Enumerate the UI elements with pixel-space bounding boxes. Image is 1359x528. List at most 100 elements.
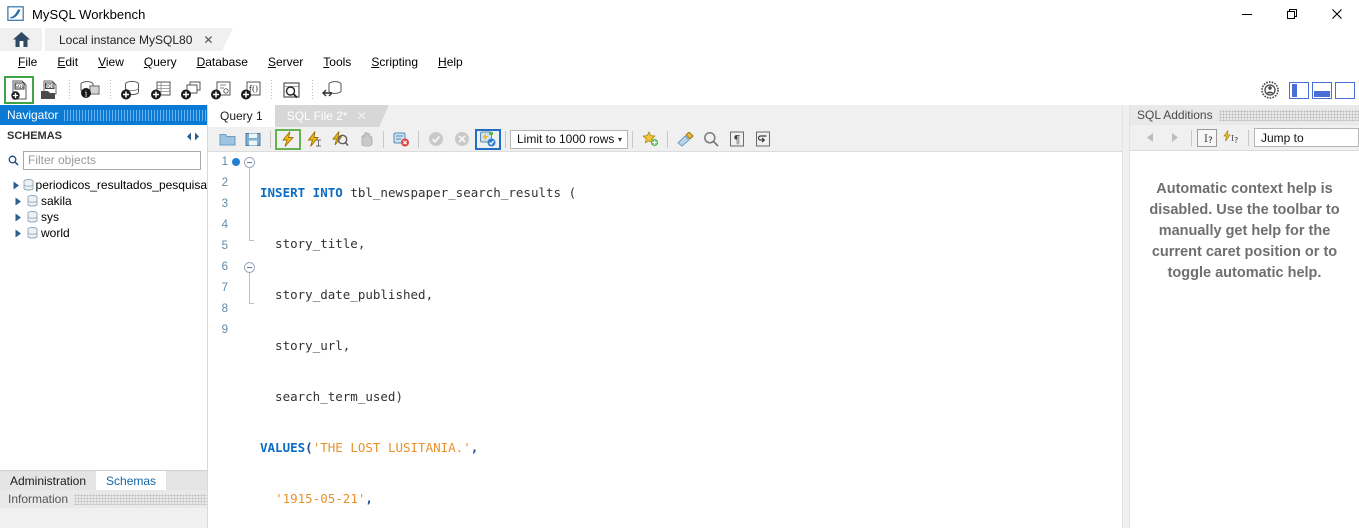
toggle-word-wrap-icon[interactable] — [750, 129, 776, 150]
schema-name: sys — [41, 210, 59, 224]
limit-rows-select[interactable]: Limit to 1000 rows ▾ — [510, 130, 628, 149]
svg-text:SQL: SQL — [15, 84, 25, 90]
menu-view[interactable]: View — [88, 53, 134, 71]
new-table-icon[interactable] — [146, 76, 176, 104]
open-script-icon[interactable] — [214, 129, 240, 150]
expand-arrow-icon[interactable] — [12, 229, 24, 238]
instance-tab-close-icon[interactable]: ✕ — [203, 33, 213, 47]
schema-tree-item[interactable]: world — [0, 225, 207, 241]
sql-editor[interactable]: 1 2 3 4 5 6 7 8 9 INSERT — [208, 152, 1122, 528]
workbench-globe-icon[interactable] — [1260, 80, 1280, 100]
schema-tree-item[interactable]: sakila — [0, 193, 207, 209]
code-line: story_date_published, — [260, 284, 1122, 305]
execute-statement-icon[interactable] — [275, 129, 301, 150]
forward-arrow-icon[interactable] — [1162, 128, 1186, 148]
editor-tab-bar: Query 1 SQL File 2* ✕ — [208, 105, 1122, 127]
svg-text:SQL: SQL — [45, 83, 54, 89]
jump-to-value: Jump to — [1261, 131, 1304, 145]
back-arrow-icon[interactable] — [1138, 128, 1162, 148]
sql-additions-body: Automatic context help is disabled. Use … — [1130, 151, 1359, 528]
expand-arrow-icon[interactable] — [12, 213, 24, 222]
menu-scripting[interactable]: Scripting — [361, 53, 428, 71]
schemas-section-header: SCHEMAS — [0, 125, 207, 147]
title-bar: MySQL Workbench — [0, 0, 1359, 28]
maximize-button[interactable] — [1269, 0, 1314, 28]
new-procedure-icon[interactable] — [206, 76, 236, 104]
sql-additions-toolbar: I ? I ? Jump to — [1130, 125, 1359, 151]
schema-tree-item[interactable]: sys — [0, 209, 207, 225]
information-header: Information — [0, 490, 207, 508]
code-line: search_term_used) — [260, 386, 1122, 407]
editor-tab-query-1[interactable]: Query 1 — [208, 105, 275, 127]
schema-tree-item[interactable]: periodicos_resultados_pesquisa — [0, 177, 207, 193]
new-function-icon[interactable]: f() — [236, 76, 266, 104]
line-number: 1 — [210, 152, 228, 173]
instance-tab-local-mysql80[interactable]: Local instance MySQL80 ✕ — [45, 28, 222, 51]
toggle-auto-commit-icon[interactable] — [475, 129, 501, 150]
jump-to-select[interactable]: Jump to — [1254, 128, 1359, 147]
menu-file[interactable]: File — [8, 53, 47, 71]
tab-schemas[interactable]: Schemas — [96, 471, 166, 490]
menu-tools[interactable]: Tools — [313, 53, 361, 71]
editor-tab-sql-file-2[interactable]: SQL File 2* ✕ — [275, 105, 379, 127]
save-snippet-icon[interactable] — [637, 129, 663, 150]
new-sql-tab-icon[interactable]: SQL — [4, 76, 34, 104]
server-status-icon[interactable]: i — [75, 76, 105, 104]
execute-current-statement-icon[interactable] — [301, 129, 327, 150]
search-data-icon[interactable] — [277, 76, 307, 104]
rollback-transaction-icon — [449, 129, 475, 150]
toggle-automatic-help-icon[interactable]: I ? — [1219, 128, 1243, 148]
sidebar-toggle-icon[interactable] — [1289, 82, 1309, 99]
information-grip — [74, 494, 207, 505]
home-button[interactable] — [0, 28, 42, 51]
schema-tree: periodicos_resultados_pesquisa sakila — [0, 173, 207, 470]
code-line: story_title, — [260, 233, 1122, 254]
minimize-button[interactable] — [1224, 0, 1269, 28]
query-toolbar: Limit to 1000 rows ▾ — [208, 127, 1122, 152]
menu-edit[interactable]: Edit — [47, 53, 88, 71]
line-number: 6 — [210, 257, 228, 278]
sql-additions-title: SQL Additions — [1137, 108, 1213, 122]
instance-tab-label: Local instance MySQL80 — [59, 33, 192, 47]
output-panel-toggle-icon[interactable] — [1312, 82, 1332, 99]
toggle-invisible-chars-icon[interactable]: ¶ — [724, 129, 750, 150]
chevron-down-icon[interactable]: ▾ — [618, 135, 622, 144]
explain-statement-icon[interactable] — [327, 129, 353, 150]
refresh-icon[interactable] — [186, 131, 200, 142]
svg-text:i: i — [85, 89, 88, 98]
toolbar-separator — [312, 80, 313, 100]
toggle-stop-on-error-icon[interactable] — [388, 129, 414, 150]
menu-query[interactable]: Query — [134, 53, 187, 71]
line-number: 5 — [210, 236, 228, 257]
save-script-icon[interactable] — [240, 129, 266, 150]
menu-server[interactable]: Server — [258, 53, 313, 71]
editor-tab-label: Query 1 — [220, 109, 263, 123]
code-line: story_url, — [260, 335, 1122, 356]
panel-splitter[interactable] — [1122, 105, 1130, 528]
fold-toggle-icon[interactable] — [244, 157, 255, 168]
tab-administration[interactable]: Administration — [0, 471, 96, 490]
beautify-sql-icon[interactable] — [672, 129, 698, 150]
new-view-icon[interactable] — [176, 76, 206, 104]
new-schema-icon[interactable] — [116, 76, 146, 104]
context-help-icon[interactable]: I ? — [1197, 129, 1217, 147]
close-button[interactable] — [1314, 0, 1359, 28]
filter-objects-input[interactable]: Filter objects — [23, 151, 201, 170]
editor-tab-close-icon[interactable]: ✕ — [357, 109, 367, 123]
navigator-title: Navigator — [7, 108, 58, 122]
open-sql-script-icon[interactable]: SQL — [34, 76, 64, 104]
fold-toggle-icon[interactable] — [244, 262, 255, 273]
menu-database[interactable]: Database — [187, 53, 258, 71]
editor-gutter: 1 2 3 4 5 6 7 8 9 — [208, 152, 260, 528]
menu-help[interactable]: Help — [428, 53, 473, 71]
code-content[interactable]: INSERT INTO tbl_newspaper_search_results… — [260, 152, 1122, 528]
find-icon[interactable] — [698, 129, 724, 150]
search-icon — [6, 155, 20, 166]
reconnect-server-icon[interactable] — [318, 76, 348, 104]
expand-arrow-icon[interactable] — [12, 181, 22, 190]
secondary-sidebar-toggle-icon[interactable] — [1335, 82, 1355, 99]
expand-arrow-icon[interactable] — [12, 197, 24, 206]
window-title: MySQL Workbench — [32, 7, 146, 22]
window-controls — [1224, 0, 1359, 28]
schema-name: periodicos_resultados_pesquisa — [36, 178, 207, 192]
